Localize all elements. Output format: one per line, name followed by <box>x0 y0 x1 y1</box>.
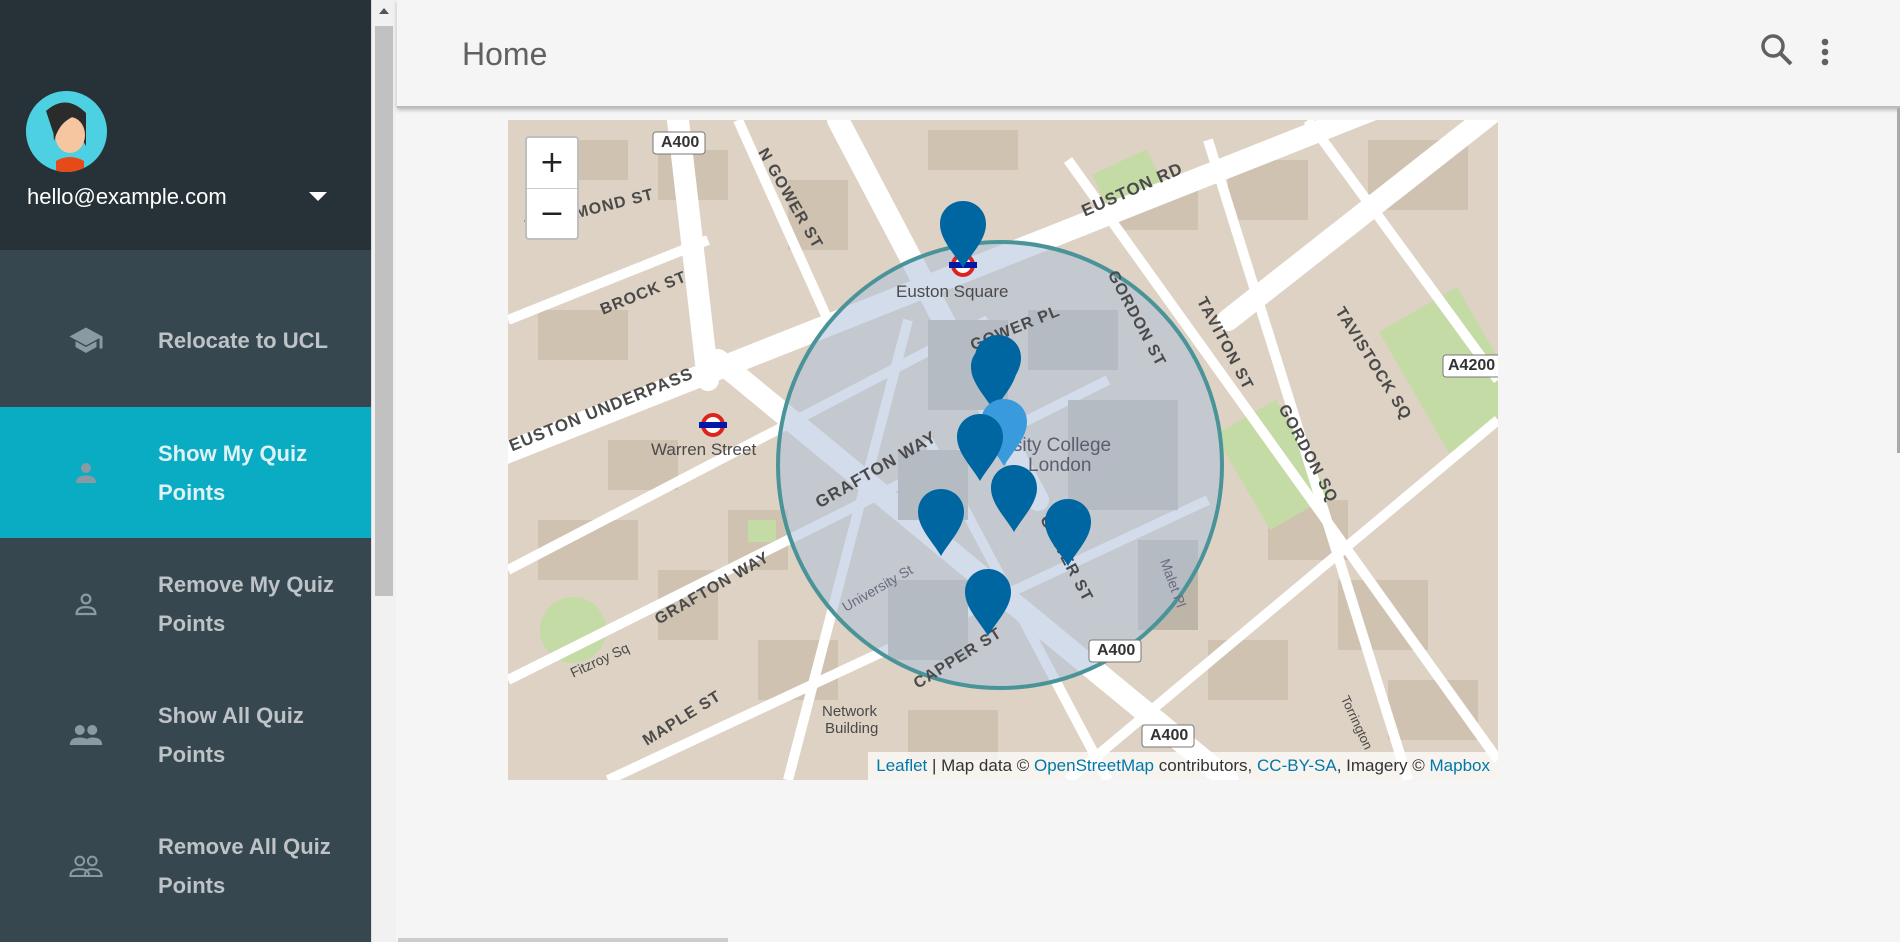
map-attribution: Leaflet | Map data © OpenStreetMap contr… <box>868 752 1498 780</box>
people-outline-icon <box>67 847 105 885</box>
map[interactable]: A400 A400 A400 A4200 Euston Square Warre… <box>508 120 1498 780</box>
nav-item-label: Show My Quiz Points <box>158 440 308 505</box>
attribution-text: contributors, <box>1154 756 1258 775</box>
nav-item-remove-all-quiz-points[interactable]: Remove All Quiz Points <box>0 800 371 931</box>
license-link[interactable]: CC-BY-SA <box>1257 756 1337 775</box>
app-header: Home <box>397 0 1900 108</box>
marker-icon[interactable] <box>918 489 964 556</box>
profile-header: hello@example.com <box>0 0 371 250</box>
people-icon <box>67 716 105 754</box>
nav-item-label: Remove All Quiz Points <box>158 833 331 898</box>
nav-item-relocate-to-ucl[interactable]: Relocate to UCL <box>0 275 371 406</box>
account-email: hello@example.com <box>27 184 227 209</box>
nav-item-show-all-quiz-points[interactable]: Show All Quiz Points <box>0 669 371 800</box>
more-vert-icon <box>1821 38 1829 66</box>
person-icon <box>67 454 105 492</box>
search-button[interactable] <box>1757 30 1797 70</box>
person-outline-icon <box>67 585 105 623</box>
sidebar-scrollbar[interactable] <box>371 0 396 942</box>
nav-item-remove-my-quiz-points[interactable]: Remove My Quiz Points <box>0 538 371 669</box>
openstreetmap-link[interactable]: OpenStreetMap <box>1034 756 1154 775</box>
sidebar: hello@example.com Relocate to UCL Show M… <box>0 0 371 942</box>
scroll-up-arrow-icon[interactable] <box>379 8 389 14</box>
marker-icon[interactable] <box>965 569 1011 636</box>
nav-item-show-my-quiz-points[interactable]: Show My Quiz Points <box>0 407 371 538</box>
marker-icon[interactable] <box>1045 499 1091 566</box>
zoom-out-button[interactable]: − <box>527 188 577 238</box>
quiz-markers <box>918 201 1091 636</box>
scrollbar-thumb[interactable] <box>375 26 393 596</box>
page-title: Home <box>462 36 548 72</box>
school-icon <box>67 322 105 360</box>
search-icon <box>1761 34 1793 66</box>
horizontal-scrollbar[interactable] <box>398 938 728 942</box>
nav-item-label: Remove My Quiz Points <box>158 571 335 636</box>
nav-item-label: Relocate to UCL <box>158 328 328 353</box>
marker-icon[interactable] <box>940 201 986 268</box>
zoom-in-button[interactable]: + <box>527 138 577 188</box>
attribution-text: | Map data © <box>927 756 1034 775</box>
zoom-control: + − <box>525 136 579 240</box>
marker-icon[interactable] <box>957 414 1003 481</box>
marker-icon[interactable] <box>991 465 1037 532</box>
more-menu-button[interactable] <box>1815 34 1835 70</box>
avatar[interactable] <box>26 91 107 172</box>
nav-item-label: Show All Quiz Points <box>158 702 304 767</box>
leaflet-link[interactable]: Leaflet <box>876 756 927 775</box>
mapbox-link[interactable]: Mapbox <box>1430 756 1490 775</box>
attribution-text: , Imagery © <box>1336 756 1430 775</box>
account-dropdown-caret-icon[interactable] <box>309 192 327 201</box>
